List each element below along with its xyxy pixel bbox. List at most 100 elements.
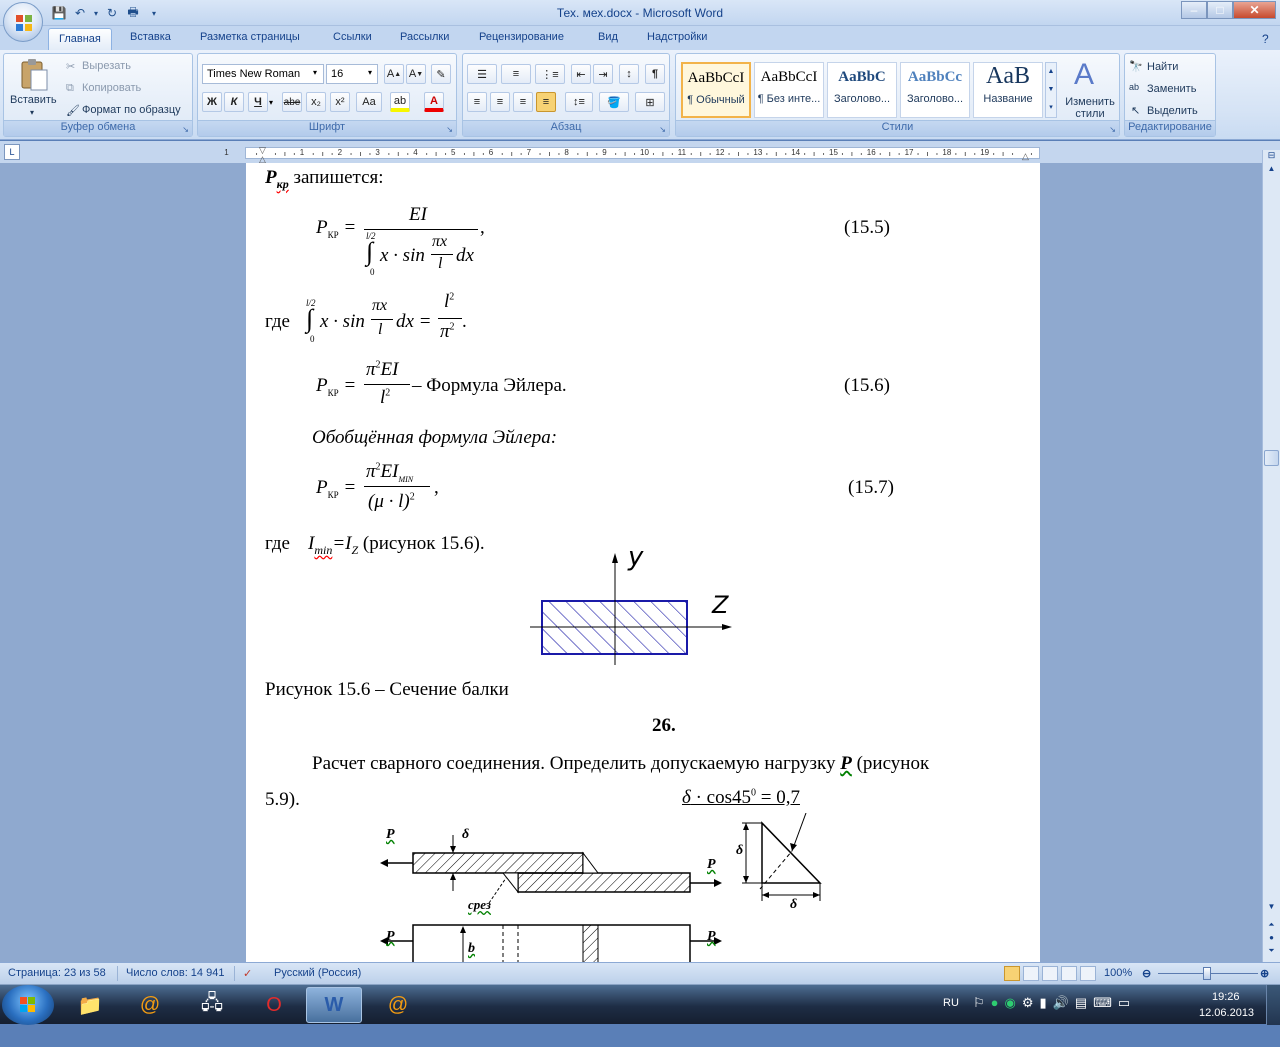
font-color-icon[interactable]: A bbox=[424, 92, 444, 112]
word-count[interactable]: Число слов: 14 941 bbox=[126, 967, 224, 979]
font-family-dropdown-icon[interactable]: ▾ bbox=[313, 68, 317, 77]
change-case-button[interactable]: Aa bbox=[356, 92, 382, 112]
font-size-dropdown-icon[interactable]: ▾ bbox=[368, 68, 372, 77]
format-painter-icon[interactable]: 🖌 bbox=[66, 104, 80, 117]
maximize-button[interactable]: □ bbox=[1207, 1, 1233, 19]
scroll-thumb[interactable] bbox=[1264, 450, 1279, 466]
document-page[interactable]: Pкр запишется: PКР = EI l/2 ∫ 0 x · sin … bbox=[246, 163, 1040, 962]
horizontal-ruler[interactable]: 1 1 2 3 4 5 6 7 8 9 10 11 12 13 14 15 16 17 18 19 ▽ △ △ bbox=[224, 145, 1040, 164]
style-normal[interactable]: AaBbCcI ¶ Обычный bbox=[681, 62, 751, 118]
bold-button[interactable]: Ж bbox=[202, 92, 222, 112]
tray-settings-icon[interactable]: ⚙ bbox=[1022, 995, 1034, 1035]
taskbar-agent-icon[interactable]: @ bbox=[370, 987, 426, 1023]
full-screen-view-icon[interactable] bbox=[1023, 966, 1039, 981]
show-marks-button[interactable]: ¶ bbox=[645, 64, 665, 84]
shrink-font-icon[interactable]: A ▼ bbox=[406, 64, 426, 84]
taskbar-word-icon[interactable]: W bbox=[306, 987, 362, 1023]
font-family-select[interactable]: Times New Roman bbox=[202, 64, 324, 84]
style-heading-2[interactable]: AaBbCc Заголово... bbox=[900, 62, 970, 118]
align-right-icon[interactable]: ≡ bbox=[513, 92, 533, 112]
show-desktop-button[interactable] bbox=[1266, 985, 1280, 1025]
paste-dropdown-icon[interactable]: ▾ bbox=[30, 108, 34, 117]
tab-mailings[interactable]: Рассылки bbox=[400, 31, 449, 43]
underline-dropdown-icon[interactable]: ▾ bbox=[269, 98, 273, 107]
styles-scroll-icon[interactable]: ▲ ▼ ▾ bbox=[1045, 62, 1057, 118]
right-indent-icon[interactable]: △ bbox=[1022, 151, 1029, 162]
sort-icon[interactable]: ↕ bbox=[619, 64, 639, 84]
select-icon[interactable]: ↖ bbox=[1131, 104, 1140, 117]
draft-view-icon[interactable] bbox=[1080, 966, 1096, 981]
tray-status-icon[interactable]: ● bbox=[991, 995, 999, 1035]
select-button[interactable]: Выделить bbox=[1147, 105, 1198, 117]
next-page-icon[interactable]: ⏷ bbox=[1263, 946, 1280, 958]
scroll-up-icon[interactable]: ▲ bbox=[1263, 164, 1280, 178]
zoom-in-icon[interactable]: ⊕ bbox=[1260, 967, 1269, 980]
find-icon[interactable]: 🔭 bbox=[1129, 60, 1143, 73]
style-heading-1[interactable]: AaBbC Заголово... bbox=[827, 62, 897, 118]
taskbar-opera-icon[interactable]: O bbox=[246, 987, 302, 1023]
tray-network-icon[interactable]: ▮ bbox=[1040, 995, 1047, 1035]
grow-font-icon[interactable]: A ▲ bbox=[384, 64, 404, 84]
tray-flag-icon[interactable]: ⚐ bbox=[973, 995, 985, 1035]
tab-page-layout[interactable]: Разметка страницы bbox=[200, 31, 300, 43]
align-center-icon[interactable]: ≡ bbox=[490, 92, 510, 112]
clipboard-launcher-icon[interactable]: ↘ bbox=[182, 125, 189, 134]
clear-format-icon[interactable]: ✎ bbox=[431, 64, 451, 84]
cut-icon[interactable]: ✂ bbox=[66, 60, 75, 73]
help-icon[interactable]: ? bbox=[1262, 32, 1269, 46]
underline-button[interactable]: Ч bbox=[248, 92, 268, 112]
web-layout-view-icon[interactable] bbox=[1042, 966, 1058, 981]
format-painter-button[interactable]: Формат по образцу bbox=[82, 104, 181, 116]
find-button[interactable]: Найти bbox=[1147, 61, 1178, 73]
tab-view[interactable]: Вид bbox=[598, 31, 618, 43]
tray-volume-icon[interactable]: 🔊 bbox=[1053, 995, 1069, 1035]
replace-button[interactable]: Заменить bbox=[1147, 83, 1196, 95]
tab-addins[interactable]: Надстройки bbox=[647, 31, 707, 43]
print-layout-view-icon[interactable] bbox=[1004, 966, 1020, 981]
vertical-scrollbar[interactable]: ⊟ ▲ ▼ ⏶ ● ⏷ bbox=[1262, 150, 1280, 962]
borders-icon[interactable]: ⊞ bbox=[635, 92, 665, 112]
tab-review[interactable]: Рецензирование bbox=[479, 31, 564, 43]
line-spacing-icon[interactable]: ↕≡ bbox=[565, 92, 593, 112]
taskbar-explorer-icon[interactable]: 📁 bbox=[62, 987, 118, 1023]
style-no-spacing[interactable]: AaBbCcI ¶ Без инте... bbox=[754, 62, 824, 118]
close-button[interactable]: ✕ bbox=[1233, 1, 1276, 19]
zoom-level[interactable]: 100% bbox=[1104, 967, 1132, 979]
styles-launcher-icon[interactable]: ↘ bbox=[1109, 125, 1116, 134]
taskbar-mail-icon[interactable]: @ bbox=[122, 987, 178, 1023]
numbering-icon[interactable]: ≡ bbox=[501, 64, 531, 84]
browse-object-icon[interactable]: ● bbox=[1263, 933, 1280, 945]
view-ruler-icon[interactable]: ⊟ bbox=[1263, 150, 1280, 164]
tab-references[interactable]: Ссылки bbox=[333, 31, 372, 43]
prev-page-icon[interactable]: ⏶ bbox=[1263, 920, 1280, 932]
increase-indent-icon[interactable]: ⇥ bbox=[593, 64, 613, 84]
zoom-slider-thumb[interactable] bbox=[1203, 967, 1211, 980]
shading-icon[interactable]: 🪣 bbox=[599, 92, 629, 112]
tray-russia-flag-icon[interactable]: ▤ bbox=[1075, 995, 1087, 1035]
change-styles-button[interactable]: Изменить стили bbox=[1060, 96, 1120, 120]
tab-selector-icon[interactable]: L bbox=[4, 144, 20, 160]
multilevel-list-icon[interactable]: ⋮≡ bbox=[535, 64, 565, 84]
italic-button[interactable]: К bbox=[224, 92, 244, 112]
tray-keyboard-icon[interactable]: ⌨ bbox=[1093, 995, 1112, 1035]
tray-battery-icon[interactable]: ▭ bbox=[1118, 995, 1130, 1035]
subscript-button[interactable]: x₂ bbox=[306, 92, 326, 112]
tab-home[interactable]: Главная bbox=[48, 28, 112, 50]
paste-button[interactable]: Вставить bbox=[10, 94, 57, 106]
change-styles-icon[interactable]: A bbox=[1074, 58, 1094, 92]
style-title[interactable]: AaB Название bbox=[973, 62, 1043, 118]
replace-icon[interactable]: ab bbox=[1129, 82, 1139, 92]
start-button[interactable] bbox=[2, 985, 54, 1025]
tray-language[interactable]: RU bbox=[943, 997, 959, 1037]
language-indicator[interactable]: Русский (Россия) bbox=[274, 967, 361, 979]
zoom-out-icon[interactable]: ⊖ bbox=[1142, 967, 1151, 980]
page-counter[interactable]: Страница: 23 из 58 bbox=[8, 967, 106, 979]
scroll-down-icon[interactable]: ▼ bbox=[1263, 902, 1280, 916]
cut-button[interactable]: Вырезать bbox=[82, 60, 131, 72]
superscript-button[interactable]: x² bbox=[330, 92, 350, 112]
spellcheck-icon[interactable]: ✓ bbox=[243, 967, 252, 980]
font-launcher-icon[interactable]: ↘ bbox=[446, 125, 453, 134]
paragraph-launcher-icon[interactable]: ↘ bbox=[659, 125, 666, 134]
paste-icon[interactable] bbox=[18, 58, 50, 92]
justify-icon[interactable]: ≡ bbox=[536, 92, 556, 112]
